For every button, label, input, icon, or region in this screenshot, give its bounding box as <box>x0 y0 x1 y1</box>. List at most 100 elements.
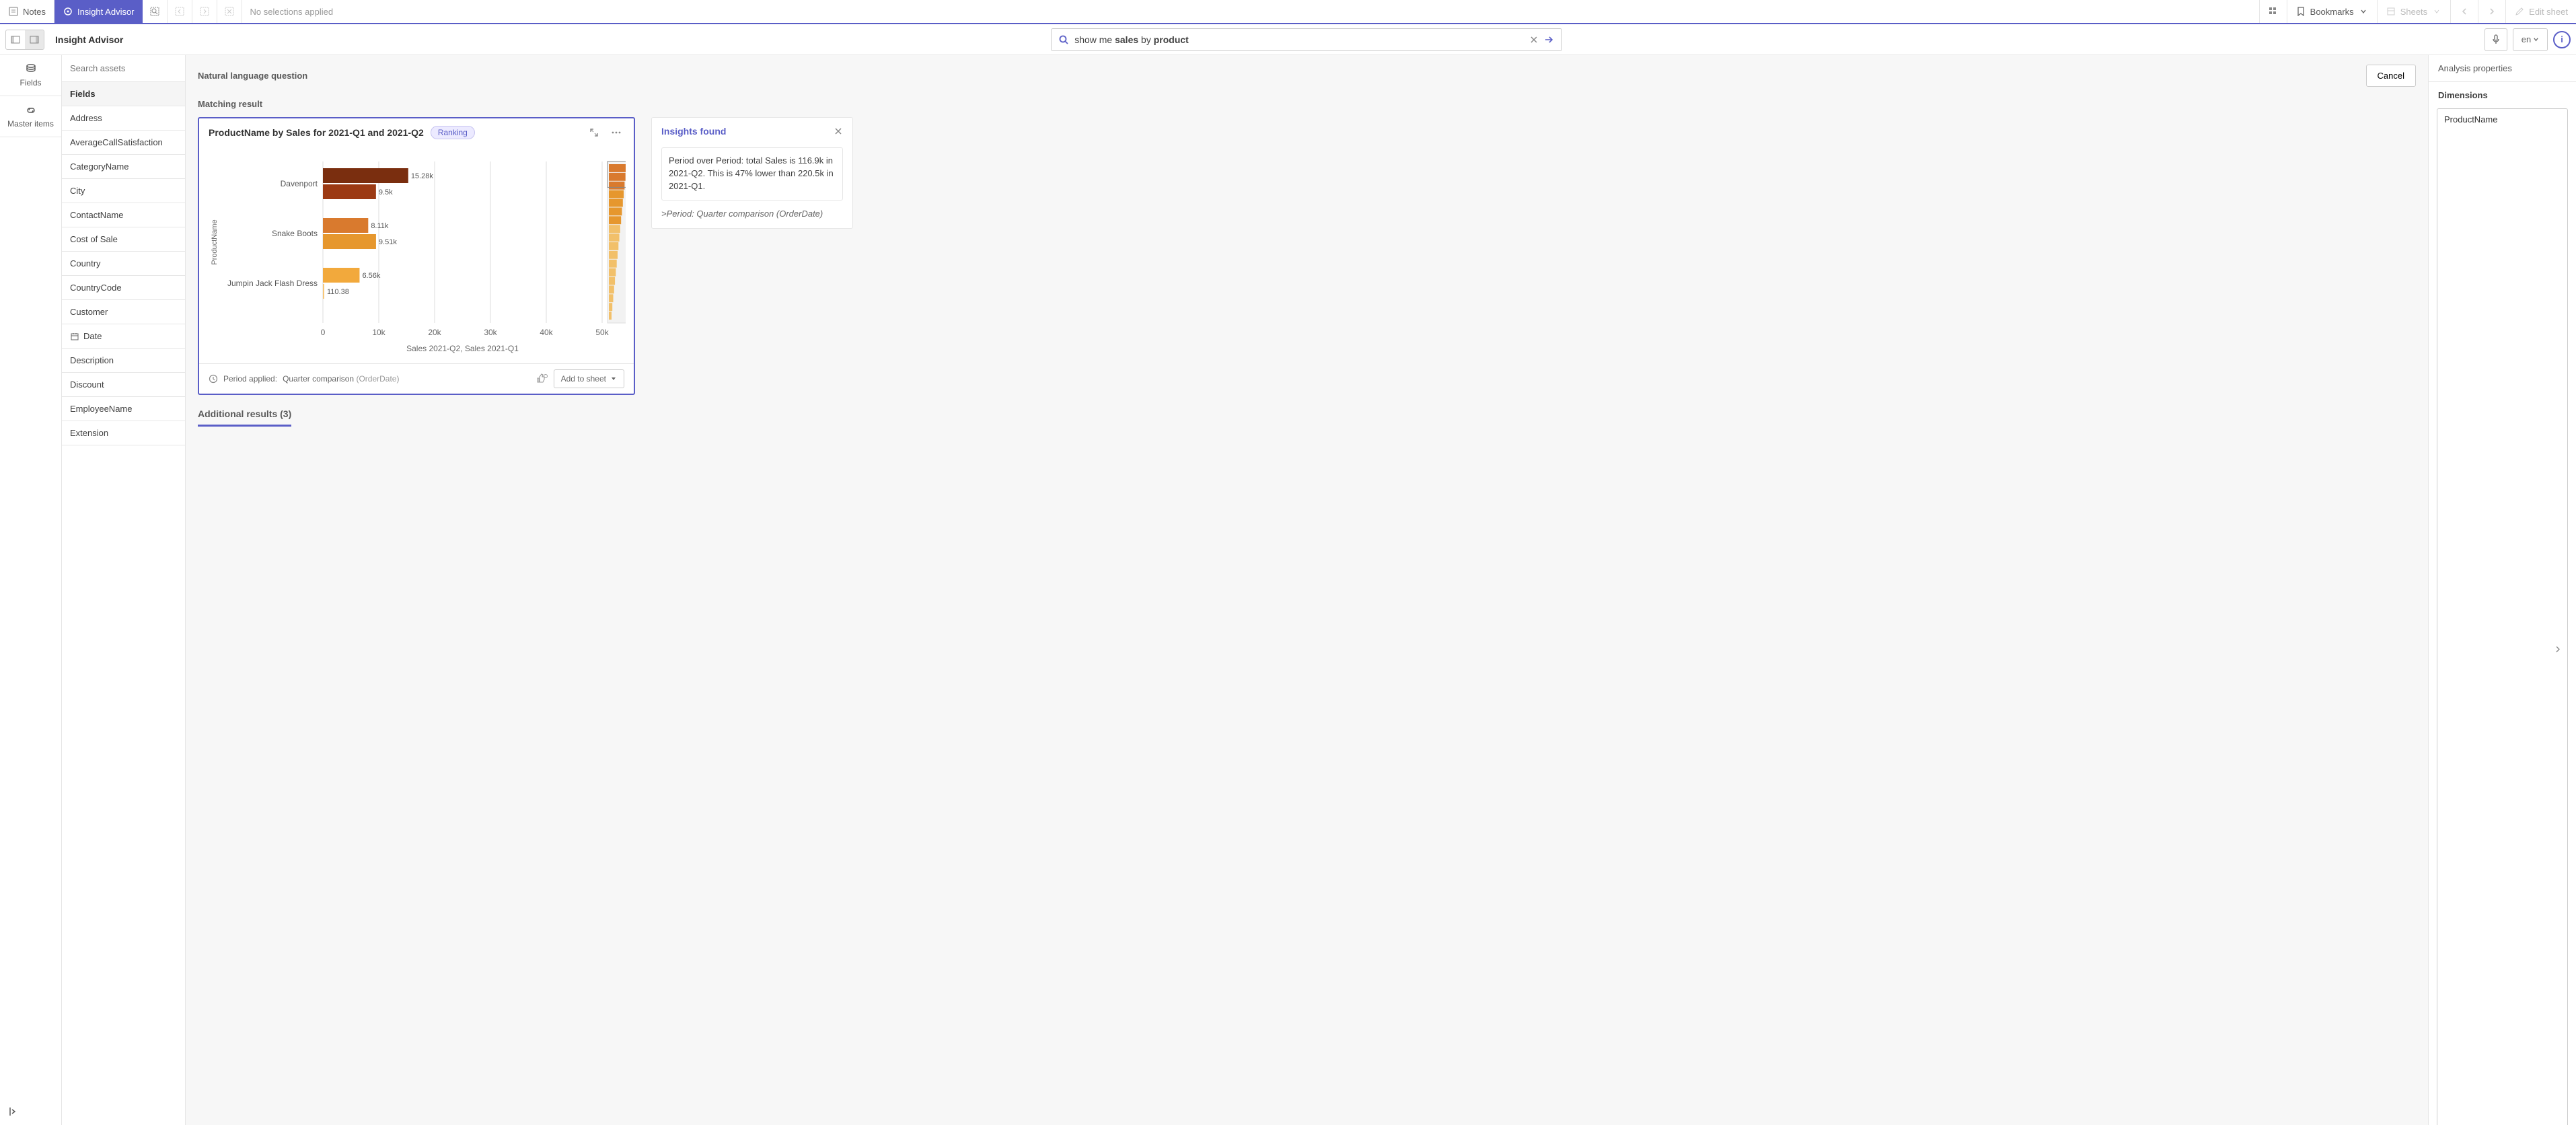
rail-master-items[interactable]: Master items <box>0 96 61 137</box>
info-button[interactable]: i <box>2553 31 2571 48</box>
collapse-rail-button[interactable] <box>8 1106 19 1117</box>
insights-card: Insights found Period over Period: total… <box>651 117 853 229</box>
notes-button[interactable]: Notes <box>0 0 54 23</box>
search-box[interactable]: show me sales by product <box>1051 28 1562 51</box>
field-item[interactable]: EmployeeName <box>62 397 185 421</box>
clear-selections-icon <box>224 6 235 17</box>
selection-forward-button[interactable] <box>192 0 217 23</box>
chevron-right-icon <box>2487 6 2497 17</box>
add-to-sheet-button[interactable]: Add to sheet <box>554 369 624 388</box>
dimension-item[interactable]: ProductName <box>2437 108 2568 1125</box>
field-label: Discount <box>70 379 104 390</box>
svg-text:0: 0 <box>321 328 326 337</box>
sheets-button[interactable]: Sheets <box>2377 0 2450 23</box>
search-clear-button[interactable] <box>1529 35 1539 44</box>
info-icon: i <box>2561 34 2563 44</box>
field-item[interactable]: Address <box>62 106 185 131</box>
sheets-icon <box>2386 6 2396 17</box>
svg-text:20k: 20k <box>428 328 441 337</box>
close-insights-button[interactable] <box>834 126 843 136</box>
insight-advisor-button[interactable]: Insight Advisor <box>54 0 143 23</box>
search-submit-button[interactable] <box>1544 34 1555 45</box>
left-panel-toggle[interactable] <box>6 30 25 49</box>
next-sheet-button[interactable] <box>2478 0 2505 23</box>
ranking-badge: Ranking <box>431 126 475 139</box>
chart-title: ProductName by Sales for 2021-Q1 and 202… <box>209 127 424 138</box>
svg-text:9.5k: 9.5k <box>379 188 393 196</box>
edit-sheet-button[interactable]: Edit sheet <box>2505 0 2576 23</box>
edit-sheet-label: Edit sheet <box>2529 7 2568 17</box>
period-applied-label: Period applied: <box>223 374 277 384</box>
sheets-label: Sheets <box>2400 7 2427 17</box>
insight-text: Period over Period: total Sales is 116.9… <box>661 147 843 201</box>
chevron-down-icon <box>2431 6 2442 17</box>
insight-advisor-label: Insight Advisor <box>77 7 135 17</box>
matching-result-label: Matching result <box>198 99 2416 109</box>
voice-input-button[interactable] <box>2485 28 2507 51</box>
language-selector[interactable]: en <box>2513 28 2548 51</box>
field-item[interactable]: Cost of Sale <box>62 227 185 252</box>
clear-selections-button[interactable] <box>217 0 242 23</box>
insights-title: Insights found <box>661 126 726 137</box>
field-item[interactable]: CategoryName <box>62 155 185 179</box>
field-item[interactable]: Date <box>62 324 185 349</box>
svg-text:Davenport: Davenport <box>281 179 318 188</box>
chevron-left-icon <box>2459 6 2470 17</box>
bookmarks-label: Bookmarks <box>2310 7 2354 17</box>
field-label: Description <box>70 355 114 365</box>
right-panel-toggle[interactable] <box>25 30 44 49</box>
field-item[interactable]: ContactName <box>62 203 185 227</box>
second-bar: Insight Advisor show me sales by product… <box>0 24 2576 55</box>
field-item[interactable]: Customer <box>62 300 185 324</box>
svg-text:Snake Boots: Snake Boots <box>272 229 318 238</box>
svg-text:Sales 2021-Q2, Sales 2021-Q1: Sales 2021-Q2, Sales 2021-Q1 <box>406 344 519 353</box>
database-icon <box>25 63 37 75</box>
expand-chart-button[interactable] <box>587 125 601 140</box>
fields-search-input[interactable] <box>67 59 180 77</box>
field-label: EmployeeName <box>70 404 133 414</box>
field-item[interactable]: City <box>62 179 185 203</box>
notes-icon <box>8 6 19 17</box>
search-display: show me sales by product <box>1074 34 1524 45</box>
selections-tool-button[interactable] <box>2259 0 2287 23</box>
insight-period-note: >Period: Quarter comparison (OrderDate) <box>661 209 843 219</box>
field-label: CategoryName <box>70 161 128 172</box>
svg-text:50k: 50k <box>595 328 609 337</box>
chart-more-button[interactable] <box>608 125 624 140</box>
panel-toggle-group <box>5 30 44 50</box>
cancel-button[interactable]: Cancel <box>2366 65 2416 87</box>
rail-master-label: Master items <box>7 119 54 129</box>
field-item[interactable]: Description <box>62 349 185 373</box>
field-item[interactable]: Extension <box>62 421 185 445</box>
field-item[interactable]: Country <box>62 252 185 276</box>
calendar-icon <box>70 332 79 341</box>
analysis-properties-panel: Analysis properties Dimensions ProductNa… <box>2428 55 2576 1125</box>
notes-label: Notes <box>23 7 46 17</box>
bookmarks-button[interactable]: Bookmarks <box>2287 0 2377 23</box>
feedback-button[interactable] <box>536 373 548 384</box>
rail-fields-label: Fields <box>20 78 41 87</box>
analysis-properties-header: Analysis properties <box>2429 55 2576 82</box>
selection-back-icon <box>174 6 185 17</box>
svg-text:30k: 30k <box>484 328 497 337</box>
nl-question-label: Natural language question <box>198 71 307 81</box>
field-item[interactable]: AverageCallSatisfaction <box>62 131 185 155</box>
field-label: Address <box>70 113 102 123</box>
field-item[interactable]: Discount <box>62 373 185 397</box>
field-item[interactable]: CountryCode <box>62 276 185 300</box>
selection-forward-icon <box>199 6 210 17</box>
bar-chart: 010k20k30k40k50k15.28k9.5kDavenport8.11k… <box>209 149 626 358</box>
svg-text:ProductName: ProductName <box>211 219 219 264</box>
field-label: ContactName <box>70 210 123 220</box>
no-selections-text: No selections applied <box>242 7 342 17</box>
smart-search-button[interactable] <box>143 0 168 23</box>
dimensions-label: Dimensions <box>2429 82 2576 104</box>
additional-results-label[interactable]: Additional results (3) <box>198 408 291 427</box>
rail-fields[interactable]: Fields <box>0 55 61 96</box>
prev-sheet-button[interactable] <box>2450 0 2478 23</box>
selection-back-button[interactable] <box>168 0 192 23</box>
search-icon <box>1058 34 1069 45</box>
dimension-value: ProductName <box>2444 114 2554 1125</box>
microphone-icon <box>2491 34 2501 45</box>
chevron-down-icon <box>2358 6 2369 17</box>
